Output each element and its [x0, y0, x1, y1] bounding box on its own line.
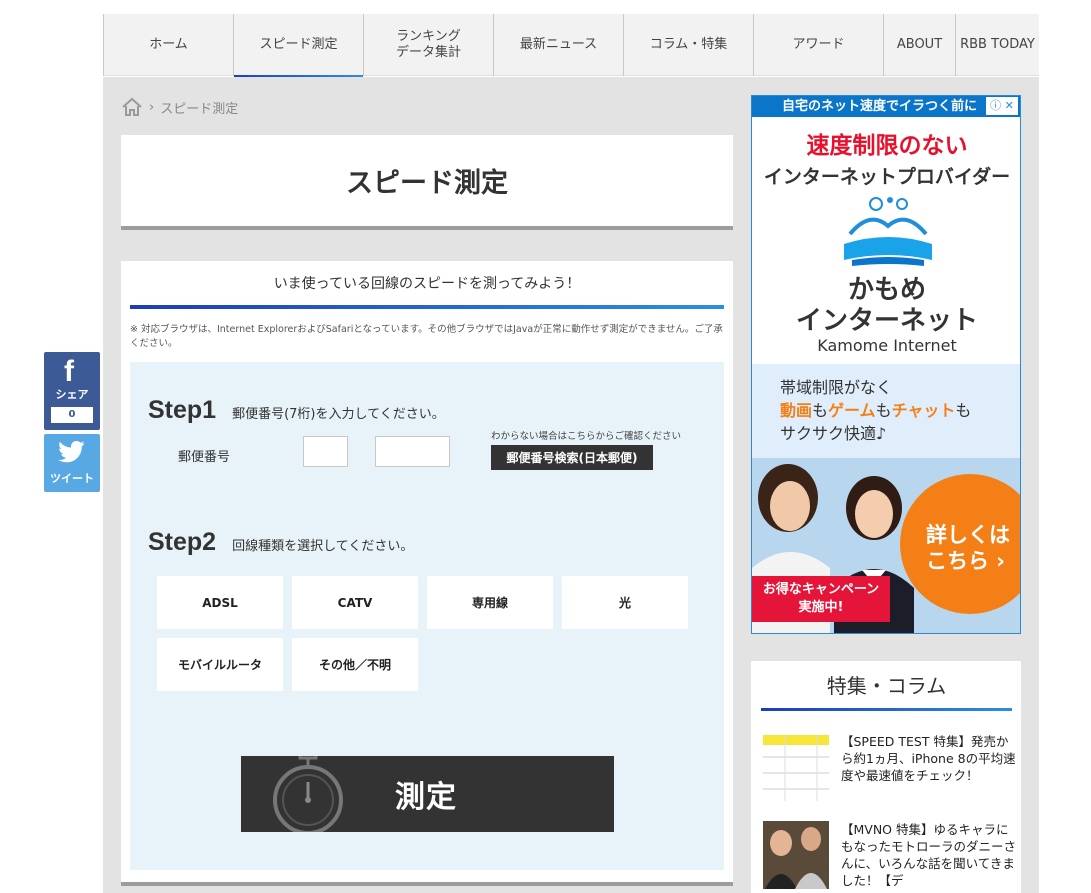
nav-ranking-label: ランキング データ集計: [395, 29, 461, 60]
feature-item[interactable]: 【MVNO 特集】ゆるキャラにもなったモトローラのダニーさんに、いろんな話を聞い…: [763, 821, 1016, 893]
page-title-box: スピード測定: [121, 135, 733, 230]
measure-button[interactable]: 測定: [241, 756, 614, 832]
nav-column[interactable]: コラム・特集: [623, 14, 753, 76]
top-nav: ホーム スピード測定 ランキング データ集計 最新ニュース コラム・特集 アワー…: [103, 14, 1039, 78]
ad-copy-3: サクサク快適♪: [780, 424, 887, 443]
step2-desc: 回線種類を選択してください。: [232, 539, 414, 554]
home-icon[interactable]: [121, 97, 143, 117]
speed-test-panel: いま使っている回線のスピードを測ってみよう！ ※ 対応ブラウザは、Interne…: [121, 261, 733, 886]
feature-thumbnail: [763, 821, 829, 889]
step2-number: Step2: [148, 528, 217, 556]
ad-copy-chat: チャット: [891, 401, 956, 420]
nav-home-label: ホーム: [149, 37, 188, 52]
zip-first-input[interactable]: [303, 436, 348, 467]
feature-column: 特集・コラム 【SPEED TEST 特集】発売から約1ヵ月、iPhone 8の…: [751, 661, 1021, 893]
measure-label: 測定: [395, 780, 457, 815]
ad-banner[interactable]: 自宅のネット速度でイラつく前に ⓘ ✕ 速度制限のない インターネットプロバイダ…: [751, 95, 1021, 634]
stopwatch-icon: [273, 756, 343, 832]
ad-copy-2: 動画もゲームもチャットも: [780, 397, 971, 421]
zip-second-input[interactable]: [375, 436, 450, 467]
ad-headline-2: インターネットプロバイダー: [763, 166, 1011, 188]
nav-award[interactable]: アワード: [753, 14, 883, 76]
ad-copy-mo-3: も: [955, 401, 972, 420]
ad-headline-1: 速度制限のない: [806, 133, 968, 159]
nav-news[interactable]: 最新ニュース: [493, 14, 623, 76]
facebook-share-button[interactable]: f シェア 0: [44, 352, 100, 430]
ad-campaign-badge: お得なキャンペーン 実施中!: [752, 576, 890, 622]
ad-top-banner: 自宅のネット速度でイラつく前に: [752, 96, 1020, 117]
page-title: スピード測定: [346, 168, 508, 199]
step1-desc: 郵便番号(7桁)を入力してください。: [232, 407, 445, 422]
nav-rbb-today-label: RBB TODAY: [960, 37, 1035, 52]
twitter-tweet-button[interactable]: ツイート: [44, 434, 100, 492]
feature-title: 特集・コラム: [761, 669, 1012, 711]
step1: Step1 郵便番号(7桁)を入力してください。: [148, 396, 445, 425]
breadcrumb-separator: ›: [149, 99, 155, 115]
ad-brand-english: Kamome Internet: [817, 336, 957, 355]
nav-rbb-today[interactable]: RBB TODAY: [955, 14, 1039, 76]
nav-speed-test-label: スピード測定: [259, 37, 338, 52]
ad-copy-mo-2: も: [875, 401, 892, 420]
nav-ranking[interactable]: ランキング データ集計: [363, 14, 493, 76]
breadcrumb-current: スピード測定: [160, 101, 239, 117]
ad-copy-mo-1: も: [812, 401, 829, 420]
line-option-catv[interactable]: CATV: [292, 576, 418, 629]
zip-label: 郵便番号: [178, 450, 231, 465]
line-option-mobile-router[interactable]: モバイルルータ: [157, 638, 283, 691]
nav-news-label: 最新ニュース: [519, 37, 598, 52]
ad-copy-video: 動画: [780, 401, 813, 420]
nav-award-label: アワード: [792, 37, 845, 52]
breadcrumb: › スピード測定: [121, 96, 238, 118]
twitter-tweet-label: ツイート: [50, 472, 94, 485]
feature-item-text: 【MVNO 特集】ゆるキャラにもなったモトローラのダニーさんに、いろんな話を聞い…: [841, 822, 1017, 888]
nav-home[interactable]: ホーム: [103, 14, 233, 76]
ad-brand-line-2: インターネット: [795, 306, 978, 336]
facebook-icon: f: [64, 355, 74, 388]
ad-close-icon[interactable]: ⓘ ✕: [986, 97, 1018, 115]
page: ホーム スピード測定 ランキング データ集計 最新ニュース コラム・特集 アワー…: [0, 0, 1091, 893]
line-option-adsl[interactable]: ADSL: [157, 576, 283, 629]
speed-form: Step1 郵便番号(7桁)を入力してください。 郵便番号 わからない場合はこち…: [130, 362, 724, 870]
feature-item[interactable]: 【SPEED TEST 特集】発売から約1ヵ月、iPhone 8の平均速度や最速…: [763, 733, 1016, 805]
nav-column-label: コラム・特集: [649, 37, 728, 52]
step2: Step2 回線種類を選択してください。: [148, 528, 413, 557]
twitter-bird-icon: [58, 441, 85, 463]
facebook-share-count: 0: [51, 407, 93, 423]
browser-notice: ※ 対応ブラウザは、Internet ExplorerおよびSafariとなって…: [130, 324, 723, 349]
zip-search-button[interactable]: 郵便番号検索(日本郵便): [491, 445, 653, 470]
panel-heading: いま使っている回線のスピードを測ってみよう！: [130, 269, 724, 309]
line-option-fiber[interactable]: 光: [562, 576, 688, 629]
ad-copy-1: 帯域制限がなく: [780, 378, 893, 397]
feature-item-text: 【SPEED TEST 特集】発売から約1ヵ月、iPhone 8の平均速度や最速…: [841, 734, 1016, 783]
nav-speed-test[interactable]: スピード測定: [233, 14, 363, 78]
nav-about-label: ABOUT: [896, 37, 943, 52]
step1-number: Step1: [148, 396, 217, 424]
feature-thumbnail: [763, 733, 829, 801]
zip-hint: わからない場合はこちらからご確認ください: [491, 431, 682, 442]
line-option-other[interactable]: その他／不明: [292, 638, 418, 691]
kamome-logo-icon: [844, 197, 932, 266]
facebook-share-label: シェア: [55, 388, 89, 401]
ad-copy-game: ゲーム: [828, 401, 876, 420]
line-option-dedicated[interactable]: 専用線: [427, 576, 553, 629]
nav-about[interactable]: ABOUT: [883, 14, 955, 76]
